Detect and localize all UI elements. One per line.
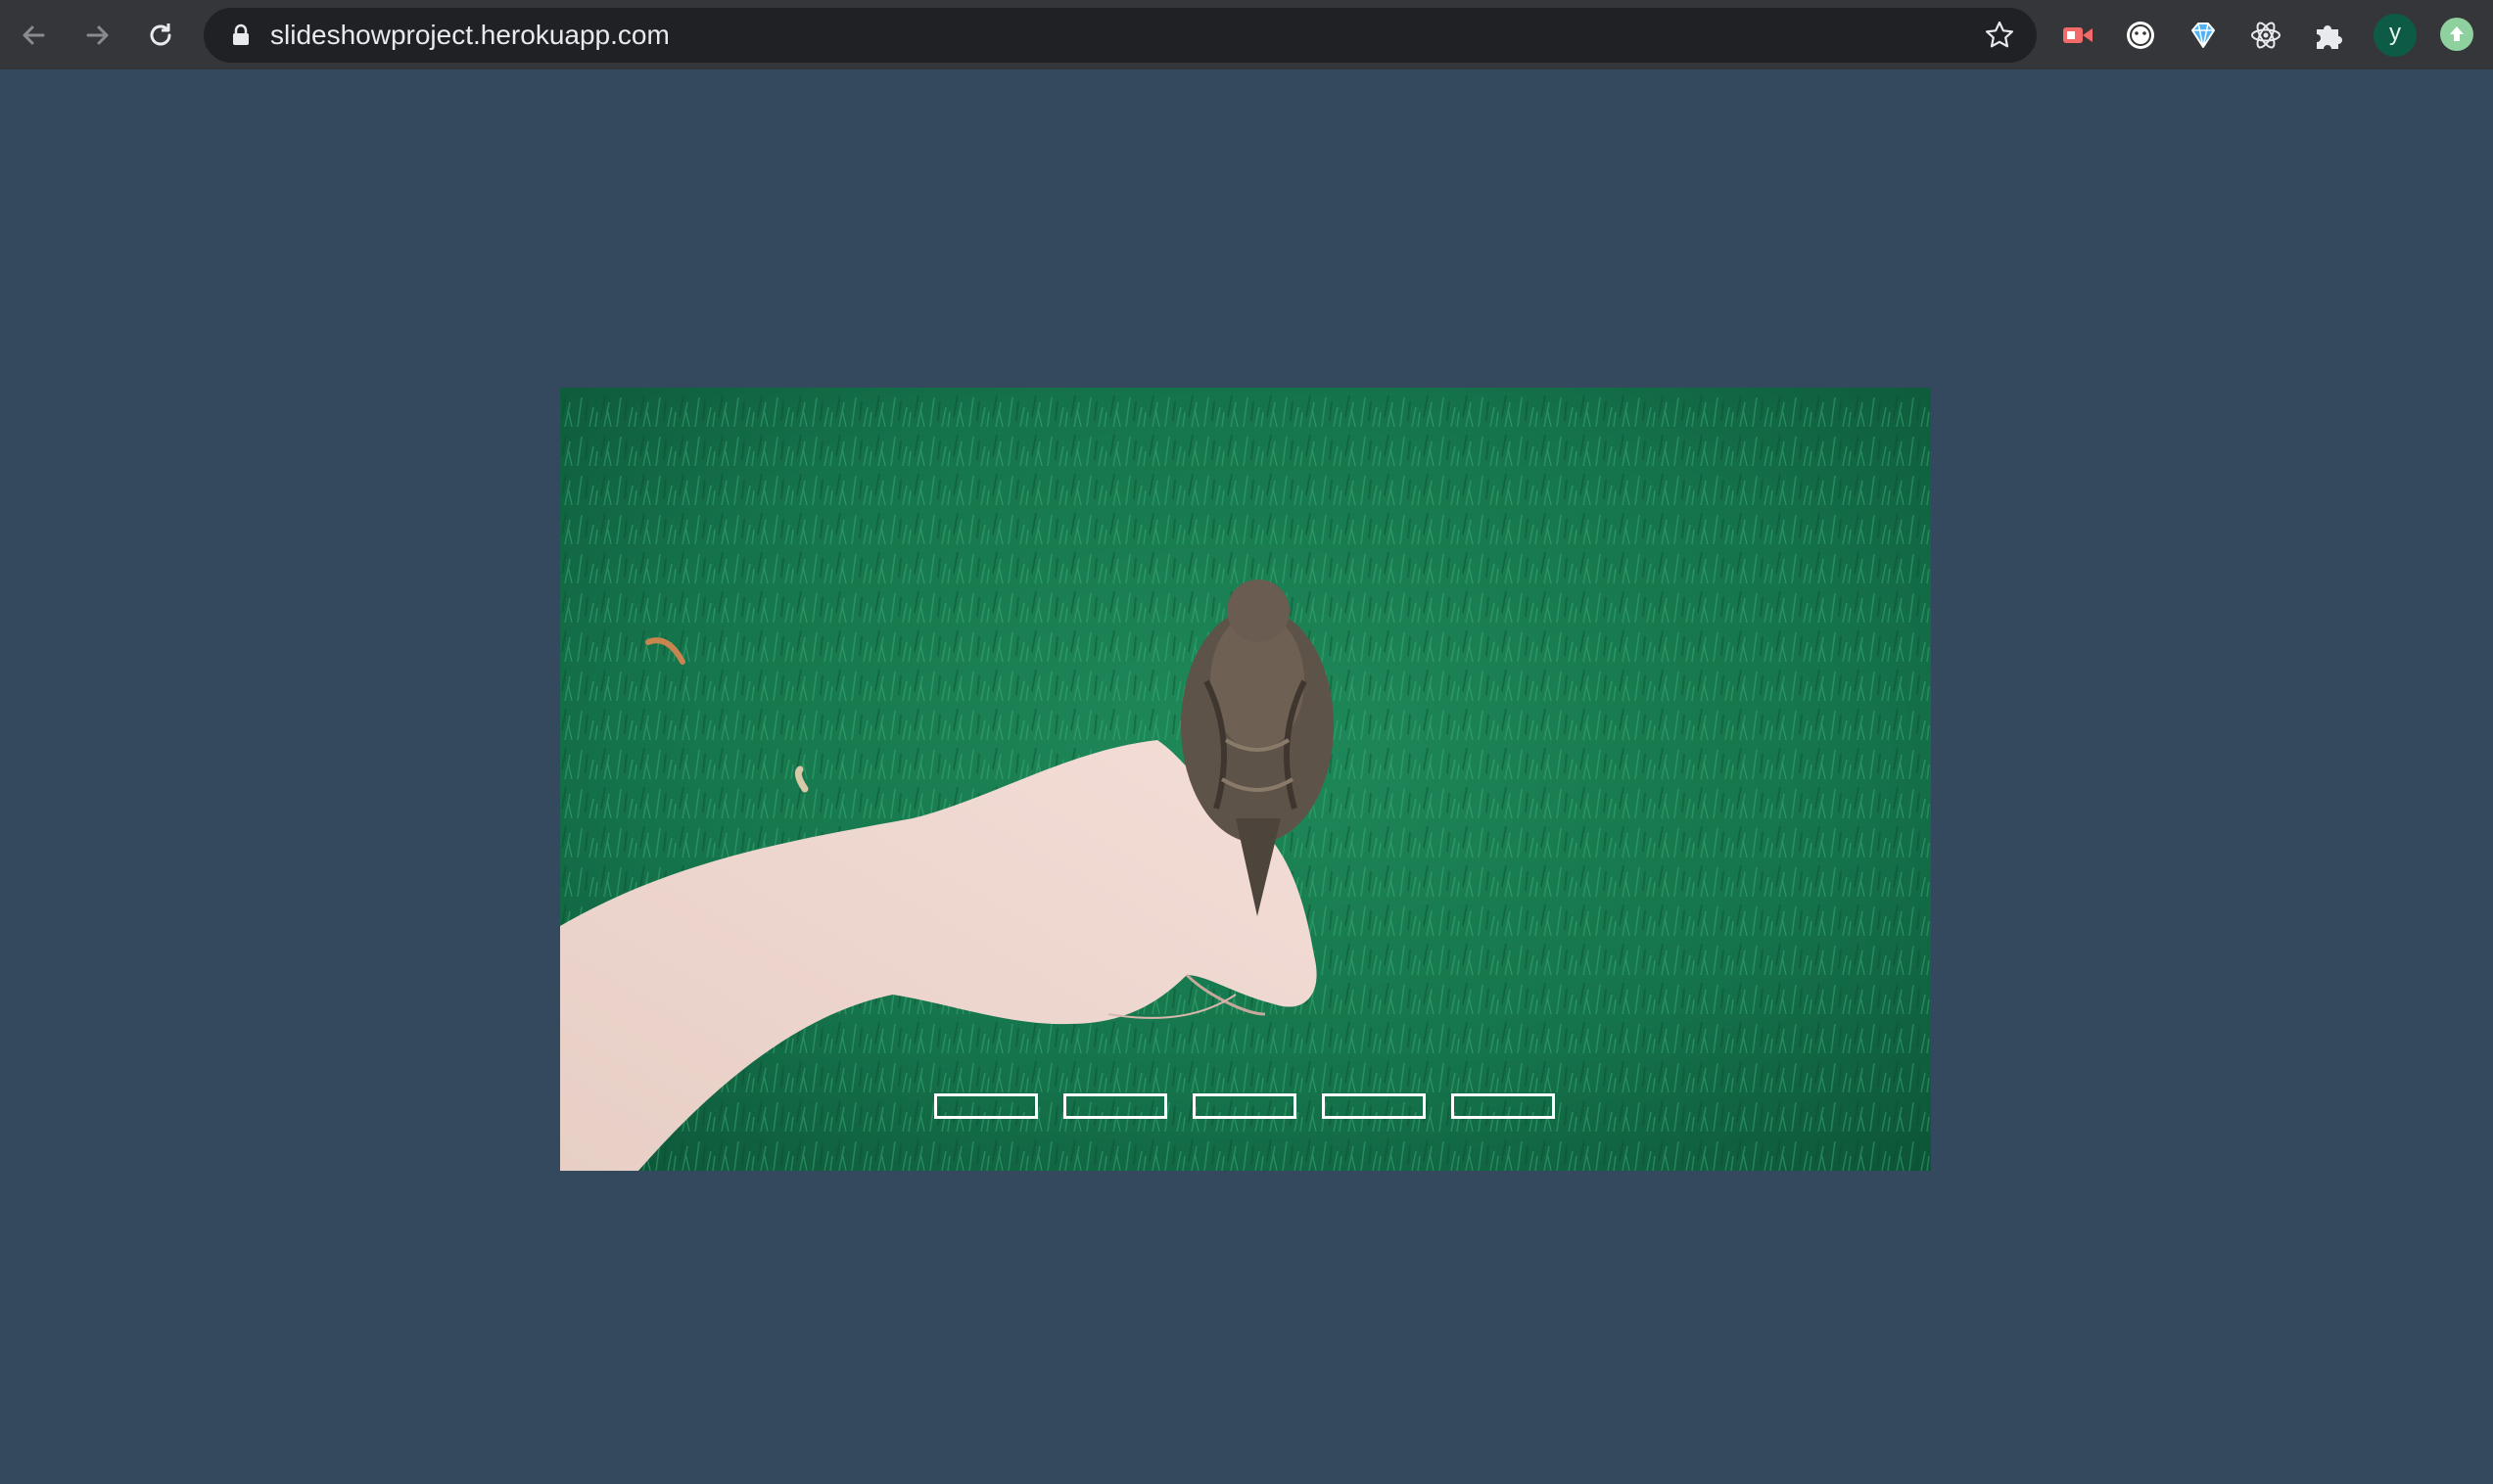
screen-recorder-icon[interactable] — [2058, 16, 2097, 55]
star-icon[interactable] — [1984, 20, 2015, 51]
address-bar[interactable]: slideshowproject.herokuapp.com — [204, 8, 2037, 63]
diamond-icon[interactable] — [2184, 16, 2223, 55]
slide-indicator-1[interactable] — [934, 1093, 1038, 1119]
forward-arrow-icon[interactable] — [74, 12, 121, 59]
face-icon[interactable] — [2121, 16, 2160, 55]
profile-avatar[interactable]: y — [2374, 14, 2417, 57]
slide-indicator-2[interactable] — [1063, 1093, 1167, 1119]
slide-indicator-4[interactable] — [1322, 1093, 1426, 1119]
slide-image — [560, 388, 1931, 1171]
lock-icon[interactable] — [229, 23, 253, 47]
back-arrow-icon[interactable] — [10, 12, 57, 59]
profile-initial: y — [2389, 20, 2401, 46]
slide-indicator-5[interactable] — [1451, 1093, 1555, 1119]
slide-indicator-3[interactable] — [1193, 1093, 1296, 1119]
reload-icon[interactable] — [137, 12, 184, 59]
slide-indicators — [934, 1093, 1555, 1119]
browser-toolbar: slideshowproject.herokuapp.com y — [0, 0, 2493, 70]
update-icon[interactable] — [2440, 18, 2473, 51]
react-atom-icon[interactable] — [2246, 16, 2285, 55]
slideshow[interactable] — [560, 388, 1931, 1171]
puzzle-icon[interactable] — [2309, 16, 2348, 55]
url-text[interactable]: slideshowproject.herokuapp.com — [270, 21, 670, 50]
